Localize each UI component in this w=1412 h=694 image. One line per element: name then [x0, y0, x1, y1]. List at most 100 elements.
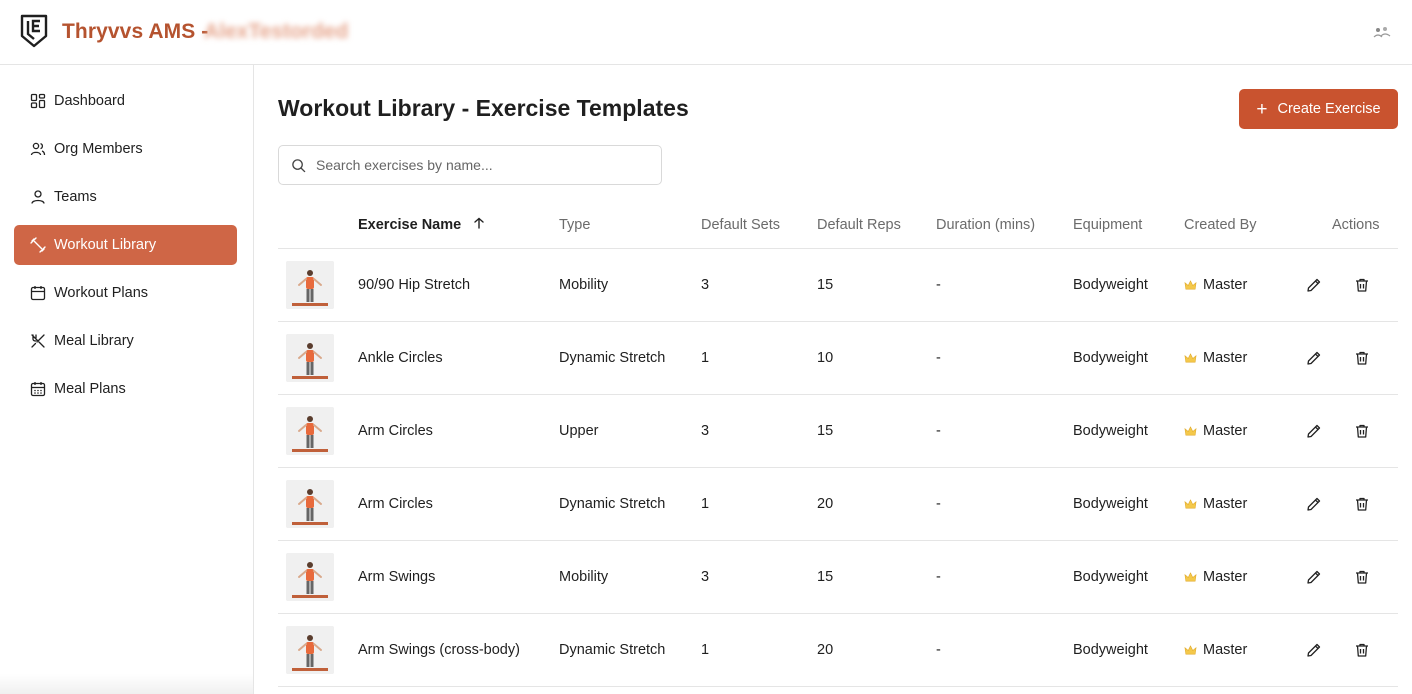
page-title: Workout Library - Exercise Templates — [278, 95, 689, 121]
crown-icon — [1184, 279, 1197, 292]
crown-icon — [1184, 352, 1197, 365]
sidebar-item-label: Teams — [54, 189, 97, 205]
create-exercise-label: Create Exercise — [1277, 101, 1381, 117]
sidebar-item-workout-plans[interactable]: Workout Plans — [14, 273, 237, 313]
edit-button[interactable] — [1305, 495, 1323, 513]
equipment: Bodyweight — [1073, 350, 1148, 366]
delete-button[interactable] — [1353, 276, 1371, 294]
search-icon — [292, 158, 306, 172]
equipment: Bodyweight — [1073, 642, 1148, 658]
table-header: Exercise Name Type Default Sets Default … — [278, 202, 1398, 249]
dumbbell-icon — [30, 237, 46, 253]
edit-button[interactable] — [1305, 568, 1323, 586]
table-row[interactable]: Arm Swings Mobility 3 15 - Bodyweight Ma… — [278, 541, 1398, 614]
utensils-icon — [30, 333, 46, 349]
column-header-actions: Actions — [1332, 217, 1380, 233]
equipment: Bodyweight — [1073, 277, 1148, 293]
sidebar-item-workout-library[interactable]: Workout Library — [14, 225, 237, 265]
sidebar-item-teams[interactable]: Teams — [14, 177, 237, 217]
pencil-icon — [1307, 278, 1321, 292]
default-sets: 3 — [701, 569, 710, 585]
delete-button[interactable] — [1353, 422, 1371, 440]
column-header-type[interactable]: Type — [559, 217, 590, 233]
delete-button[interactable] — [1353, 641, 1371, 659]
trash-icon — [1356, 278, 1368, 292]
default-reps: 20 — [817, 642, 834, 658]
sidebar-item-meal-plans[interactable]: Meal Plans — [14, 369, 237, 409]
pencil-icon — [1307, 424, 1321, 438]
sidebar-item-label: Workout Library — [54, 237, 157, 253]
delete-button[interactable] — [1353, 495, 1371, 513]
edit-button[interactable] — [1305, 349, 1323, 367]
created-by: Master — [1184, 496, 1247, 512]
duration: - — [936, 642, 941, 658]
duration: - — [936, 277, 941, 293]
created-by-label: Master — [1203, 423, 1248, 439]
column-header-duration[interactable]: Duration (mins) — [936, 217, 1035, 233]
sidebar-item-label: Org Members — [54, 141, 143, 157]
default-sets: 1 — [701, 642, 710, 658]
exercise-thumbnail — [286, 553, 334, 601]
column-header-equipment[interactable]: Equipment — [1073, 217, 1142, 233]
exercise-type: Dynamic Stretch — [559, 642, 666, 658]
created-by: Master — [1184, 423, 1247, 439]
pencil-icon — [1307, 643, 1321, 657]
sort-ascending-icon — [473, 217, 485, 233]
table-row[interactable]: Ankle Circles Dynamic Stretch 1 10 - Bod… — [278, 322, 1398, 395]
duration: - — [936, 569, 941, 585]
app-logo[interactable] — [20, 14, 48, 48]
sidebar-item-dashboard[interactable]: Dashboard — [14, 81, 237, 121]
column-header-default-sets[interactable]: Default Sets — [701, 217, 780, 233]
duration: - — [936, 423, 941, 439]
crown-icon — [1184, 498, 1197, 511]
exercise-type: Mobility — [559, 277, 609, 293]
default-sets: 3 — [701, 423, 710, 439]
pencil-icon — [1307, 351, 1321, 365]
table-row[interactable]: Arm Swings (cross-body) Dynamic Stretch … — [278, 614, 1398, 687]
equipment: Bodyweight — [1073, 569, 1148, 585]
edit-button[interactable] — [1305, 276, 1323, 294]
exercise-thumbnail — [286, 626, 334, 674]
search-box[interactable] — [278, 145, 662, 185]
exercise-type: Dynamic Stretch — [559, 496, 666, 512]
duration: - — [936, 350, 941, 366]
created-by-label: Master — [1203, 496, 1248, 512]
crown-icon — [1184, 571, 1197, 584]
user-menu-icon[interactable] — [1372, 25, 1392, 39]
sidebar-item-org-members[interactable]: Org Members — [14, 129, 237, 169]
column-header-exercise-name[interactable]: Exercise Name — [358, 217, 485, 233]
column-header-created-by[interactable]: Created By — [1184, 217, 1257, 233]
calendar-days-icon — [30, 381, 46, 397]
table-row[interactable]: 90/90 Hip Stretch Mobility 3 15 - Bodywe… — [278, 249, 1398, 322]
plus-icon: + — [1256, 98, 1268, 120]
created-by: Master — [1184, 569, 1247, 585]
trash-icon — [1356, 424, 1368, 438]
default-reps: 15 — [817, 423, 834, 439]
default-sets: 1 — [701, 496, 710, 512]
pencil-icon — [1307, 497, 1321, 511]
default-reps: 20 — [817, 496, 834, 512]
exercise-type: Dynamic Stretch — [559, 350, 666, 366]
table-row[interactable]: Arm Circles Dynamic Stretch 1 20 - Bodyw… — [278, 468, 1398, 541]
delete-button[interactable] — [1353, 568, 1371, 586]
org-name: AlexTestorded — [204, 20, 349, 43]
sidebar: Dashboard Org Members Teams Workout Libr… — [0, 65, 254, 694]
table-row[interactable]: Arm Circles Upper 3 15 - Bodyweight Mast… — [278, 395, 1398, 468]
exercise-name: Arm Circles — [358, 423, 433, 439]
trash-icon — [1356, 351, 1368, 365]
dashboard-icon — [30, 93, 46, 109]
exercise-thumbnail — [286, 407, 334, 455]
equipment: Bodyweight — [1073, 423, 1148, 439]
create-exercise-button[interactable]: + Create Exercise — [1239, 89, 1398, 129]
created-by: Master — [1184, 277, 1247, 293]
sidebar-item-meal-library[interactable]: Meal Library — [14, 321, 237, 361]
sidebar-item-label: Meal Plans — [54, 381, 126, 397]
created-by-label: Master — [1203, 569, 1248, 585]
edit-button[interactable] — [1305, 641, 1323, 659]
edit-button[interactable] — [1305, 422, 1323, 440]
created-by-label: Master — [1203, 277, 1248, 293]
column-header-default-reps[interactable]: Default Reps — [817, 217, 901, 233]
exercise-type: Mobility — [559, 569, 609, 585]
delete-button[interactable] — [1353, 349, 1371, 367]
search-input[interactable] — [316, 157, 646, 173]
